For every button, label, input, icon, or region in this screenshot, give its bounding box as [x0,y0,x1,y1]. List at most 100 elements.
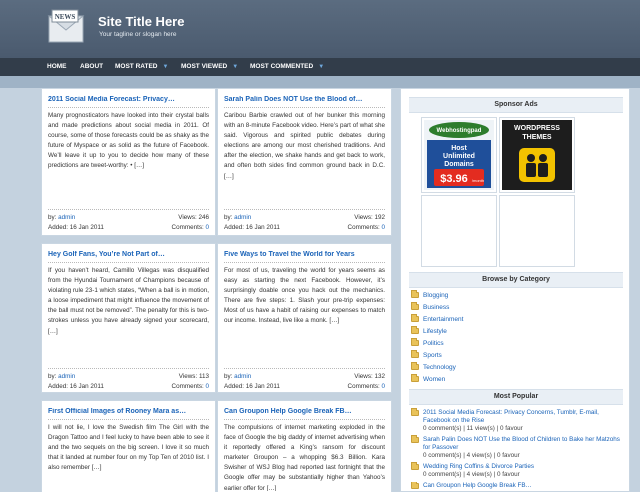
folder-icon [411,314,419,322]
comments-link[interactable]: 0 [205,224,209,231]
sponsor-ads-title: Sponsor Ads [409,97,623,113]
divider [224,107,385,108]
folder-icon [411,408,419,416]
folder-icon [411,482,419,489]
post-views: Views: 113 [178,373,209,380]
most-popular-title: Most Popular [409,389,623,405]
popular-item-stats: 0 comment(s) | 4 view(s) | 0 favour [423,452,520,459]
nav-home[interactable]: HOME [47,63,67,70]
category-lifestyle[interactable]: Lifestyle [411,326,447,337]
post-views: Views: 192 [354,214,385,221]
popular-item-stats: 0 comment(s) | 4 view(s) | 0 favour [423,471,520,478]
webhostingpad-banner: Webhostingpad Host Unlimited Domains $3.… [424,120,494,190]
post-card: Five Ways to Travel the World for Years … [217,243,392,393]
ad-slot-empty[interactable] [421,195,497,267]
ad-wordpress-themes[interactable]: WORDPRESS THEMES [499,117,575,193]
category-politics[interactable]: Politics [411,338,444,349]
svg-text:Host: Host [451,145,467,152]
category-sports[interactable]: Sports [411,350,442,361]
post-title-link[interactable]: Hey Golf Fans, You’re Not Part of… [48,251,209,258]
comments-link[interactable]: 0 [205,383,209,390]
post-author: by: admin [48,373,76,380]
news-envelope-logo[interactable]: NEWS [46,8,86,48]
popular-item: Wedding Ring Coffins & Divorce Parties 0… [411,462,621,479]
svg-text:Domains: Domains [444,161,474,168]
chevron-down-icon: ▼ [162,64,169,70]
post-views: Views: 132 [354,373,385,380]
post-excerpt: Many prognosticators have looked into th… [48,112,209,170]
comments-link[interactable]: 0 [381,224,385,231]
post-title-link[interactable]: Five Ways to Travel the World for Years [224,251,385,258]
popular-item-link[interactable]: 2011 Social Media Forecast: Privacy Conc… [411,409,621,425]
post-author: by: admin [224,373,252,380]
author-link[interactable]: admin [58,214,75,221]
post-card: Can Groupon Help Google Break FB… The co… [217,400,392,492]
svg-text:$3.96: $3.96 [440,173,468,185]
divider [224,209,385,210]
category-entertainment[interactable]: Entertainment [411,314,463,325]
post-date: Added: 16 Jan 2011 [48,383,104,390]
site-tagline: Your tagline or slogan here [99,31,177,38]
author-link[interactable]: admin [234,373,251,380]
subnav-bar [0,76,640,88]
post-card: First Official Images of Rooney Mara as…… [41,400,216,492]
post-excerpt: I will not lie, I love the Swedish film … [48,424,209,472]
svg-text:Unlimited: Unlimited [443,153,475,160]
post-comments: Comments: 0 [347,383,385,390]
category-technology[interactable]: Technology [411,362,456,373]
post-card: Sarah Palin Does NOT Use the Blood of… C… [217,88,392,236]
folder-icon [411,290,419,298]
comments-link[interactable]: 0 [381,383,385,390]
nav-most-rated[interactable]: MOST RATED ▼ [115,63,168,70]
post-title-link[interactable]: 2011 Social Media Forecast: Privacy… [48,96,209,103]
post-excerpt: Caribou Barbie crawled out of her bunker… [224,112,385,180]
post-excerpt: For most of us, traveling the world for … [224,267,385,325]
post-title-link[interactable]: Sarah Palin Does NOT Use the Blood of… [224,96,385,103]
author-link[interactable]: admin [234,214,251,221]
site-header: NEWS Site Title Here Your tagline or slo… [0,0,640,58]
post-card: Hey Golf Fans, You’re Not Part of… If yo… [41,243,216,393]
category-women[interactable]: Women [411,374,445,385]
divider [48,262,209,263]
post-excerpt: The compulsions of internet marketing ex… [224,424,385,491]
post-excerpt: If you haven’t heard, Camillo Villegas w… [48,267,209,335]
popular-item: Can Groupon Help Google Break FB… [411,482,621,492]
popular-item: 2011 Social Media Forecast: Privacy Conc… [411,408,621,433]
post-comments: Comments: 0 [171,383,209,390]
ad-webhostingpad[interactable]: Webhostingpad Host Unlimited Domains $3.… [421,117,497,193]
post-author: by: admin [48,214,76,221]
chevron-down-icon: ▼ [318,64,325,70]
post-title-link[interactable]: First Official Images of Rooney Mara as… [48,408,209,415]
folder-icon [411,302,419,310]
popular-item-link[interactable]: Sarah Palin Does NOT Use the Blood of Ch… [411,436,621,452]
post-date: Added: 16 Jan 2011 [48,224,104,231]
chevron-down-icon: ▼ [232,64,239,70]
folder-icon [411,350,419,358]
nav-about[interactable]: ABOUT [80,63,103,70]
popular-item-link[interactable]: Wedding Ring Coffins & Divorce Parties [411,463,621,471]
nav-most-viewed[interactable]: MOST VIEWED ▼ [181,63,238,70]
divider [48,209,209,210]
post-date: Added: 16 Jan 2011 [224,383,280,390]
popular-item-link[interactable]: Can Groupon Help Google Break FB… [411,482,621,490]
svg-text:WORDPRESS: WORDPRESS [514,125,560,132]
divider [48,368,209,369]
post-card: 2011 Social Media Forecast: Privacy… Man… [41,88,216,236]
category-blogging[interactable]: Blogging [411,290,448,301]
post-date: Added: 16 Jan 2011 [224,224,280,231]
post-views: Views: 246 [178,214,209,221]
folder-icon [411,326,419,334]
logo-news-text: NEWS [55,13,76,21]
nav-most-commented[interactable]: MOST COMMENTED ▼ [250,63,324,70]
site-title[interactable]: Site Title Here [98,14,184,29]
svg-text:/month: /month [472,178,484,183]
ad-slot-empty[interactable] [499,195,575,267]
author-link[interactable]: admin [58,373,75,380]
category-business[interactable]: Business [411,302,449,313]
post-title-link[interactable]: Can Groupon Help Google Break FB… [224,408,385,415]
folder-icon [411,374,419,382]
folder-icon [411,435,419,443]
post-author: by: admin [224,214,252,221]
folder-icon [411,462,419,470]
post-comments: Comments: 0 [347,224,385,231]
